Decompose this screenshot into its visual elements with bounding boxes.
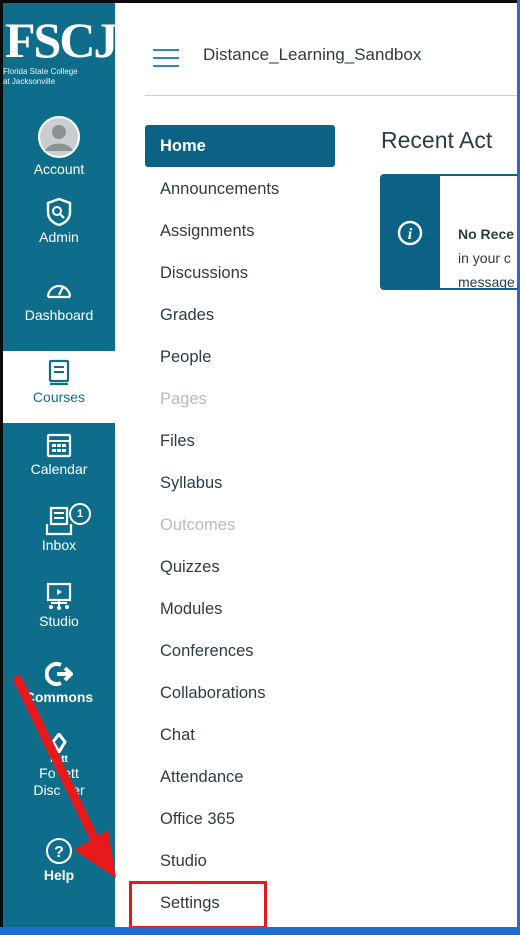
courses-icon bbox=[48, 359, 70, 386]
inbox-unread-badge: 1 bbox=[69, 503, 91, 525]
course-nav-syllabus[interactable]: Syllabus bbox=[145, 463, 335, 503]
global-nav-label: Studio bbox=[39, 613, 79, 629]
global-nav: FSCJ Florida State College at Jacksonvil… bbox=[3, 3, 118, 930]
logo-subtitle: Florida State College at Jacksonville bbox=[3, 67, 78, 86]
global-nav-label: Inbox bbox=[41, 537, 77, 553]
canvas-window: FSCJ Florida State College at Jacksonvil… bbox=[0, 0, 517, 933]
course-nav-studio[interactable]: Studio bbox=[145, 841, 335, 881]
info-icon: i bbox=[397, 220, 423, 246]
svg-text:i: i bbox=[408, 226, 413, 243]
follett-icon bbox=[51, 733, 67, 753]
global-nav-inbox[interactable]: 1 Inbox bbox=[3, 503, 115, 553]
help-icon: ? bbox=[46, 838, 72, 864]
breadcrumb-course[interactable]: Distance_Learning_Sandbox bbox=[203, 45, 421, 65]
global-nav-admin[interactable]: Admin bbox=[3, 197, 115, 245]
course-nav-collaborations[interactable]: Collaborations bbox=[145, 673, 335, 713]
global-nav-label: Help bbox=[43, 867, 75, 883]
fscj-logo[interactable]: FSCJ Florida State College at Jacksonvil… bbox=[3, 11, 118, 103]
global-nav-label: Calendar bbox=[30, 461, 88, 477]
global-nav-dashboard[interactable]: Dashboard bbox=[3, 275, 115, 323]
hamburger-menu-icon[interactable] bbox=[153, 49, 179, 69]
course-nav-home[interactable]: Home bbox=[145, 125, 335, 167]
global-nav-label: Courses bbox=[32, 389, 86, 405]
global-nav-label: Dashboard bbox=[24, 307, 94, 323]
course-header: Distance_Learning_Sandbox bbox=[145, 31, 517, 96]
course-nav-chat[interactable]: Chat bbox=[145, 715, 335, 755]
global-nav-account[interactable]: Account bbox=[3, 115, 115, 177]
global-nav-help[interactable]: ? Help bbox=[3, 837, 115, 883]
global-nav-calendar[interactable]: Calendar bbox=[3, 431, 115, 477]
global-nav-follett-discover[interactable]: llett Fo ett Disc er bbox=[3, 733, 115, 799]
global-nav-studio[interactable]: Studio bbox=[3, 581, 115, 629]
page-bottom-strip bbox=[0, 927, 520, 935]
global-nav-label: Commons bbox=[24, 689, 94, 705]
alert-text: No Rece in your c message bbox=[458, 226, 515, 290]
course-nav-modules[interactable]: Modules bbox=[145, 589, 335, 629]
recent-activity-alert: i No Rece in your c message bbox=[380, 174, 517, 290]
course-nav-people[interactable]: People bbox=[145, 337, 335, 377]
inbox-icon-wrap: 1 bbox=[3, 503, 115, 537]
course-nav-files[interactable]: Files bbox=[145, 421, 335, 461]
course-nav-quizzes[interactable]: Quizzes bbox=[145, 547, 335, 587]
global-nav-label: Account bbox=[33, 161, 85, 177]
global-nav-label: Admin bbox=[39, 229, 79, 245]
account-icon bbox=[38, 116, 80, 158]
course-nav-attendance[interactable]: Attendance bbox=[145, 757, 335, 797]
recent-activity-heading: Recent Act bbox=[381, 127, 493, 153]
svg-text:?: ? bbox=[54, 844, 64, 861]
dashboard-icon bbox=[46, 284, 72, 299]
studio-icon bbox=[46, 582, 72, 610]
course-nav-outcomes: Outcomes bbox=[160, 516, 236, 534]
logo-initials: FSCJ bbox=[5, 12, 118, 68]
calendar-icon bbox=[46, 433, 72, 458]
commons-icon bbox=[45, 662, 73, 686]
course-nav-discussions[interactable]: Discussions bbox=[145, 253, 335, 293]
global-nav-courses[interactable]: Courses bbox=[3, 351, 115, 423]
course-nav-grades[interactable]: Grades bbox=[145, 295, 335, 335]
admin-icon bbox=[46, 197, 72, 227]
course-nav-pages: Pages bbox=[160, 390, 207, 408]
course-nav-announcements[interactable]: Announcements bbox=[145, 169, 335, 209]
course-nav-conferences[interactable]: Conferences bbox=[145, 631, 335, 671]
global-nav-commons[interactable]: Commons bbox=[3, 661, 115, 705]
course-nav-office-365[interactable]: Office 365 bbox=[145, 799, 335, 839]
settings-highlight-box bbox=[129, 881, 267, 929]
course-nav-assignments[interactable]: Assignments bbox=[145, 211, 335, 251]
